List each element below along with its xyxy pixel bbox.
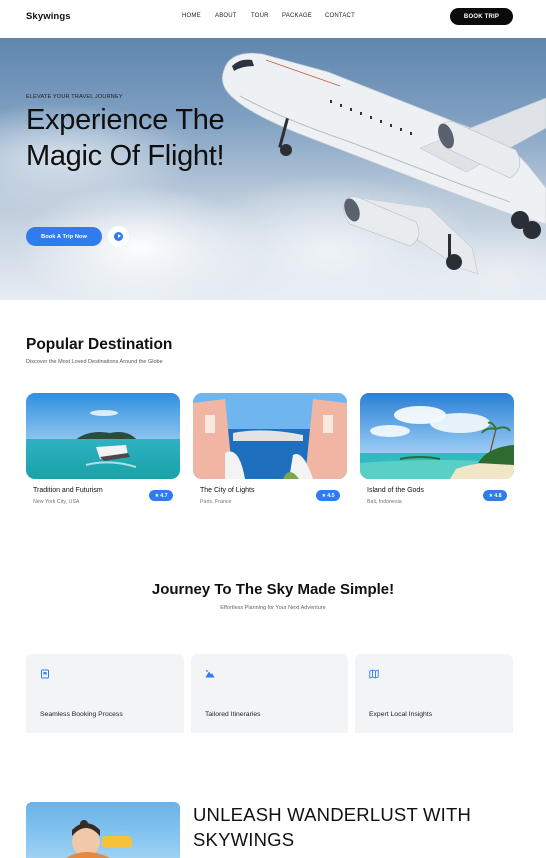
destination-location: New York City, USA <box>33 499 80 505</box>
rating-value: 4.5 <box>327 492 335 499</box>
nav-link-package[interactable]: PACKAGE <box>282 13 325 19</box>
nav-menu: HOME ABOUT TOUR PACKAGE CONTACT <box>182 13 365 19</box>
book-a-trip-now-button[interactable]: Book A Trip Now <box>26 227 102 246</box>
feature-card-itineraries[interactable]: Tailored Itineraries <box>191 654 348 733</box>
destination-name: Tradition and Futurism <box>33 487 103 494</box>
destination-image <box>193 393 347 479</box>
destination-card[interactable]: The City of Lights Paris, France ★ 4.5 <box>193 393 347 505</box>
navbar: Skywings HOME ABOUT TOUR PACKAGE CONTACT… <box>0 0 546 38</box>
feature-label: Expert Local Insights <box>369 711 433 718</box>
hero-title: Experience The Magic Of Flight! <box>26 104 225 172</box>
feature-label: Seamless Booking Process <box>40 711 123 718</box>
play-icon <box>114 232 123 241</box>
destination-location: Bali, Indonesia <box>367 499 402 505</box>
book-trip-button[interactable]: BOOK TRIP <box>450 8 513 25</box>
feature-card-insights[interactable]: Expert Local Insights <box>355 654 513 733</box>
map-icon <box>369 669 379 679</box>
about-title: UNLEASH WANDERLUST WITH SKYWINGS <box>193 804 472 850</box>
star-icon: ★ <box>154 492 160 499</box>
play-video-button[interactable] <box>108 226 129 247</box>
hero-section: ELEVATE YOUR TRAVEL JOURNEY Experience T… <box>0 38 546 300</box>
mountain-icon <box>205 670 215 678</box>
popular-destination-subtitle: Discover the Most Loved Destinations Aro… <box>26 359 163 365</box>
bookmark-icon <box>41 669 49 679</box>
nav-link-home[interactable]: HOME <box>182 13 215 19</box>
journey-subtitle: Effortless Planning for Your Next Advent… <box>220 605 326 611</box>
star-icon: ★ <box>488 492 494 499</box>
journey-title: Journey To The Sky Made Simple! <box>151 581 395 598</box>
nav-link-about[interactable]: ABOUT <box>215 13 251 19</box>
nav-link-tour[interactable]: TOUR <box>251 13 282 19</box>
rating-badge: ★ 4.5 <box>316 490 340 501</box>
rating-badge: ★ 4.8 <box>483 490 507 501</box>
destination-name: Island of the Gods <box>367 487 424 494</box>
rating-value: 4.8 <box>494 492 502 499</box>
destination-location: Paris, France <box>200 499 232 505</box>
destination-name: The City of Lights <box>200 487 255 494</box>
traveler-image <box>26 802 180 858</box>
rating-value: 4.7 <box>160 492 168 499</box>
nav-link-contact[interactable]: CONTACT <box>325 13 365 19</box>
hero-eyebrow: ELEVATE YOUR TRAVEL JOURNEY <box>26 94 123 100</box>
destination-image <box>360 393 514 479</box>
destination-card[interactable]: Island of the Gods Bali, Indonesia ★ 4.8 <box>360 393 514 505</box>
feature-label: Tailored Itineraries <box>205 711 261 718</box>
feature-card-booking[interactable]: Seamless Booking Process <box>26 654 184 733</box>
logo[interactable]: Skywings <box>26 11 71 22</box>
airplane-image <box>222 52 546 275</box>
star-icon: ★ <box>321 492 327 499</box>
rating-badge: ★ 4.7 <box>149 490 173 501</box>
destination-image <box>26 393 180 479</box>
destination-card[interactable]: Tradition and Futurism New York City, US… <box>26 393 180 505</box>
popular-destination-title: Popular Destination <box>26 336 173 353</box>
